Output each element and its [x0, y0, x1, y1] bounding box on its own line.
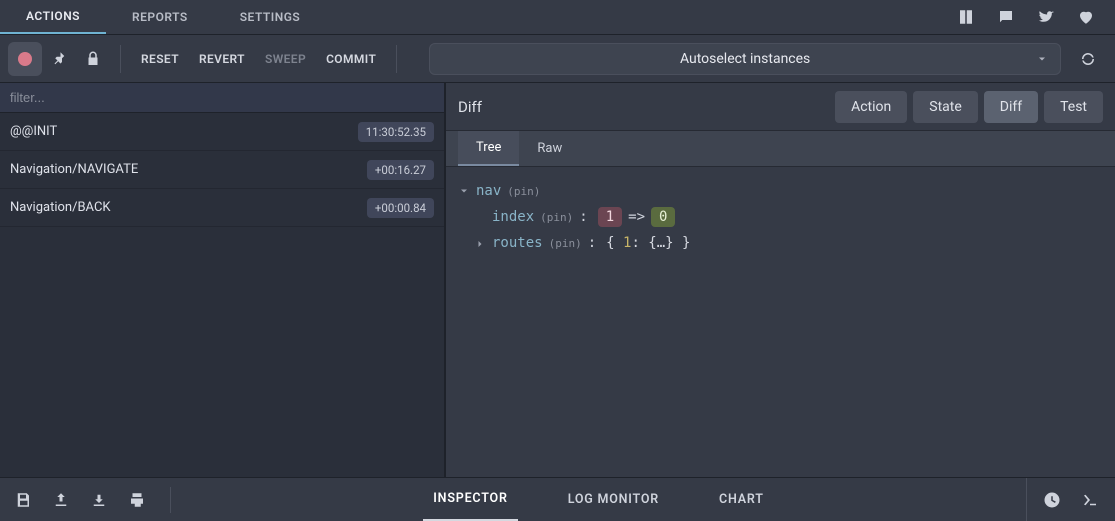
action-time: +00:16.27 [367, 160, 434, 180]
tab-settings[interactable]: SETTINGS [214, 0, 327, 34]
seg-diff[interactable]: Diff [984, 91, 1038, 123]
tab-reports[interactable]: REPORTS [106, 0, 214, 34]
export-icon[interactable] [52, 491, 70, 509]
instance-selector[interactable]: Autoselect instances [429, 43, 1061, 75]
pin-button[interactable] [42, 42, 76, 76]
panel-title: Diff [458, 98, 835, 116]
seg-action[interactable]: Action [835, 91, 907, 123]
pin-label[interactable]: (pin) [540, 211, 573, 224]
record-button[interactable] [8, 42, 42, 76]
sync-button[interactable] [1071, 42, 1105, 76]
save-icon[interactable] [14, 491, 32, 509]
tree-node-nav[interactable]: nav (pin) [458, 179, 1103, 203]
import-icon[interactable] [90, 491, 108, 509]
docs-icon[interactable] [957, 8, 975, 26]
tree-key: index [492, 209, 534, 225]
action-row[interactable]: @@INIT 11:30:52.35 [0, 113, 444, 151]
tree-node-index[interactable]: index (pin): 1 => 0 [458, 203, 1103, 231]
twitter-icon[interactable] [1037, 8, 1055, 26]
bottom-tab-inspector[interactable]: INSPECTOR [423, 478, 517, 521]
expand-icon [458, 185, 470, 197]
action-row[interactable]: Navigation/NAVIGATE +00:16.27 [0, 151, 444, 189]
toolbar-separator-2 [396, 45, 397, 73]
sweep-button[interactable]: SWEEP [255, 42, 316, 76]
topbar-spacer [326, 0, 957, 34]
seg-test[interactable]: Test [1044, 91, 1103, 123]
print-icon[interactable] [128, 491, 146, 509]
bottom-tab-log[interactable]: LOG MONITOR [558, 479, 669, 520]
subtab-tree[interactable]: Tree [458, 131, 519, 166]
action-time: 11:30:52.35 [358, 122, 434, 142]
console-icon[interactable] [1081, 491, 1099, 509]
revert-button[interactable]: REVERT [189, 42, 255, 76]
chat-icon[interactable] [997, 8, 1015, 26]
subtab-raw[interactable]: Raw [519, 131, 580, 166]
action-name: @@INIT [10, 124, 358, 139]
action-list: @@INIT 11:30:52.35 Navigation/NAVIGATE +… [0, 113, 444, 477]
chevron-down-icon [1036, 53, 1048, 65]
tree-node-routes[interactable]: routes (pin): { 1: {…} } [458, 231, 1103, 255]
object-summary: { 1: {…} } [606, 235, 690, 251]
tree-key: nav [476, 183, 501, 199]
pin-label[interactable]: (pin) [507, 185, 540, 198]
commit-button[interactable]: COMMIT [316, 42, 386, 76]
heart-icon[interactable] [1077, 8, 1095, 26]
old-value: 1 [598, 207, 622, 227]
action-name: Navigation/NAVIGATE [10, 162, 367, 177]
lock-button[interactable] [76, 42, 110, 76]
tree-key: routes [492, 235, 543, 251]
filter-input[interactable] [0, 83, 444, 113]
bottom-tab-chart[interactable]: CHART [709, 479, 774, 520]
action-time: +00:00.84 [367, 198, 434, 218]
pin-label[interactable]: (pin) [549, 237, 582, 250]
reset-button[interactable]: RESET [131, 42, 189, 76]
clock-icon[interactable] [1043, 491, 1061, 509]
collapse-icon [474, 238, 486, 250]
new-value: 0 [651, 207, 675, 227]
diff-tree: nav (pin) index (pin): 1 => 0 routes (pi… [446, 167, 1115, 477]
tab-actions[interactable]: ACTIONS [0, 0, 106, 34]
instance-selector-label: Autoselect instances [680, 51, 810, 67]
seg-state[interactable]: State [913, 91, 978, 123]
toolbar-separator [120, 45, 121, 73]
action-row[interactable]: Navigation/BACK +00:00.84 [0, 189, 444, 227]
diff-arrow: => [628, 209, 645, 225]
action-name: Navigation/BACK [10, 200, 367, 215]
